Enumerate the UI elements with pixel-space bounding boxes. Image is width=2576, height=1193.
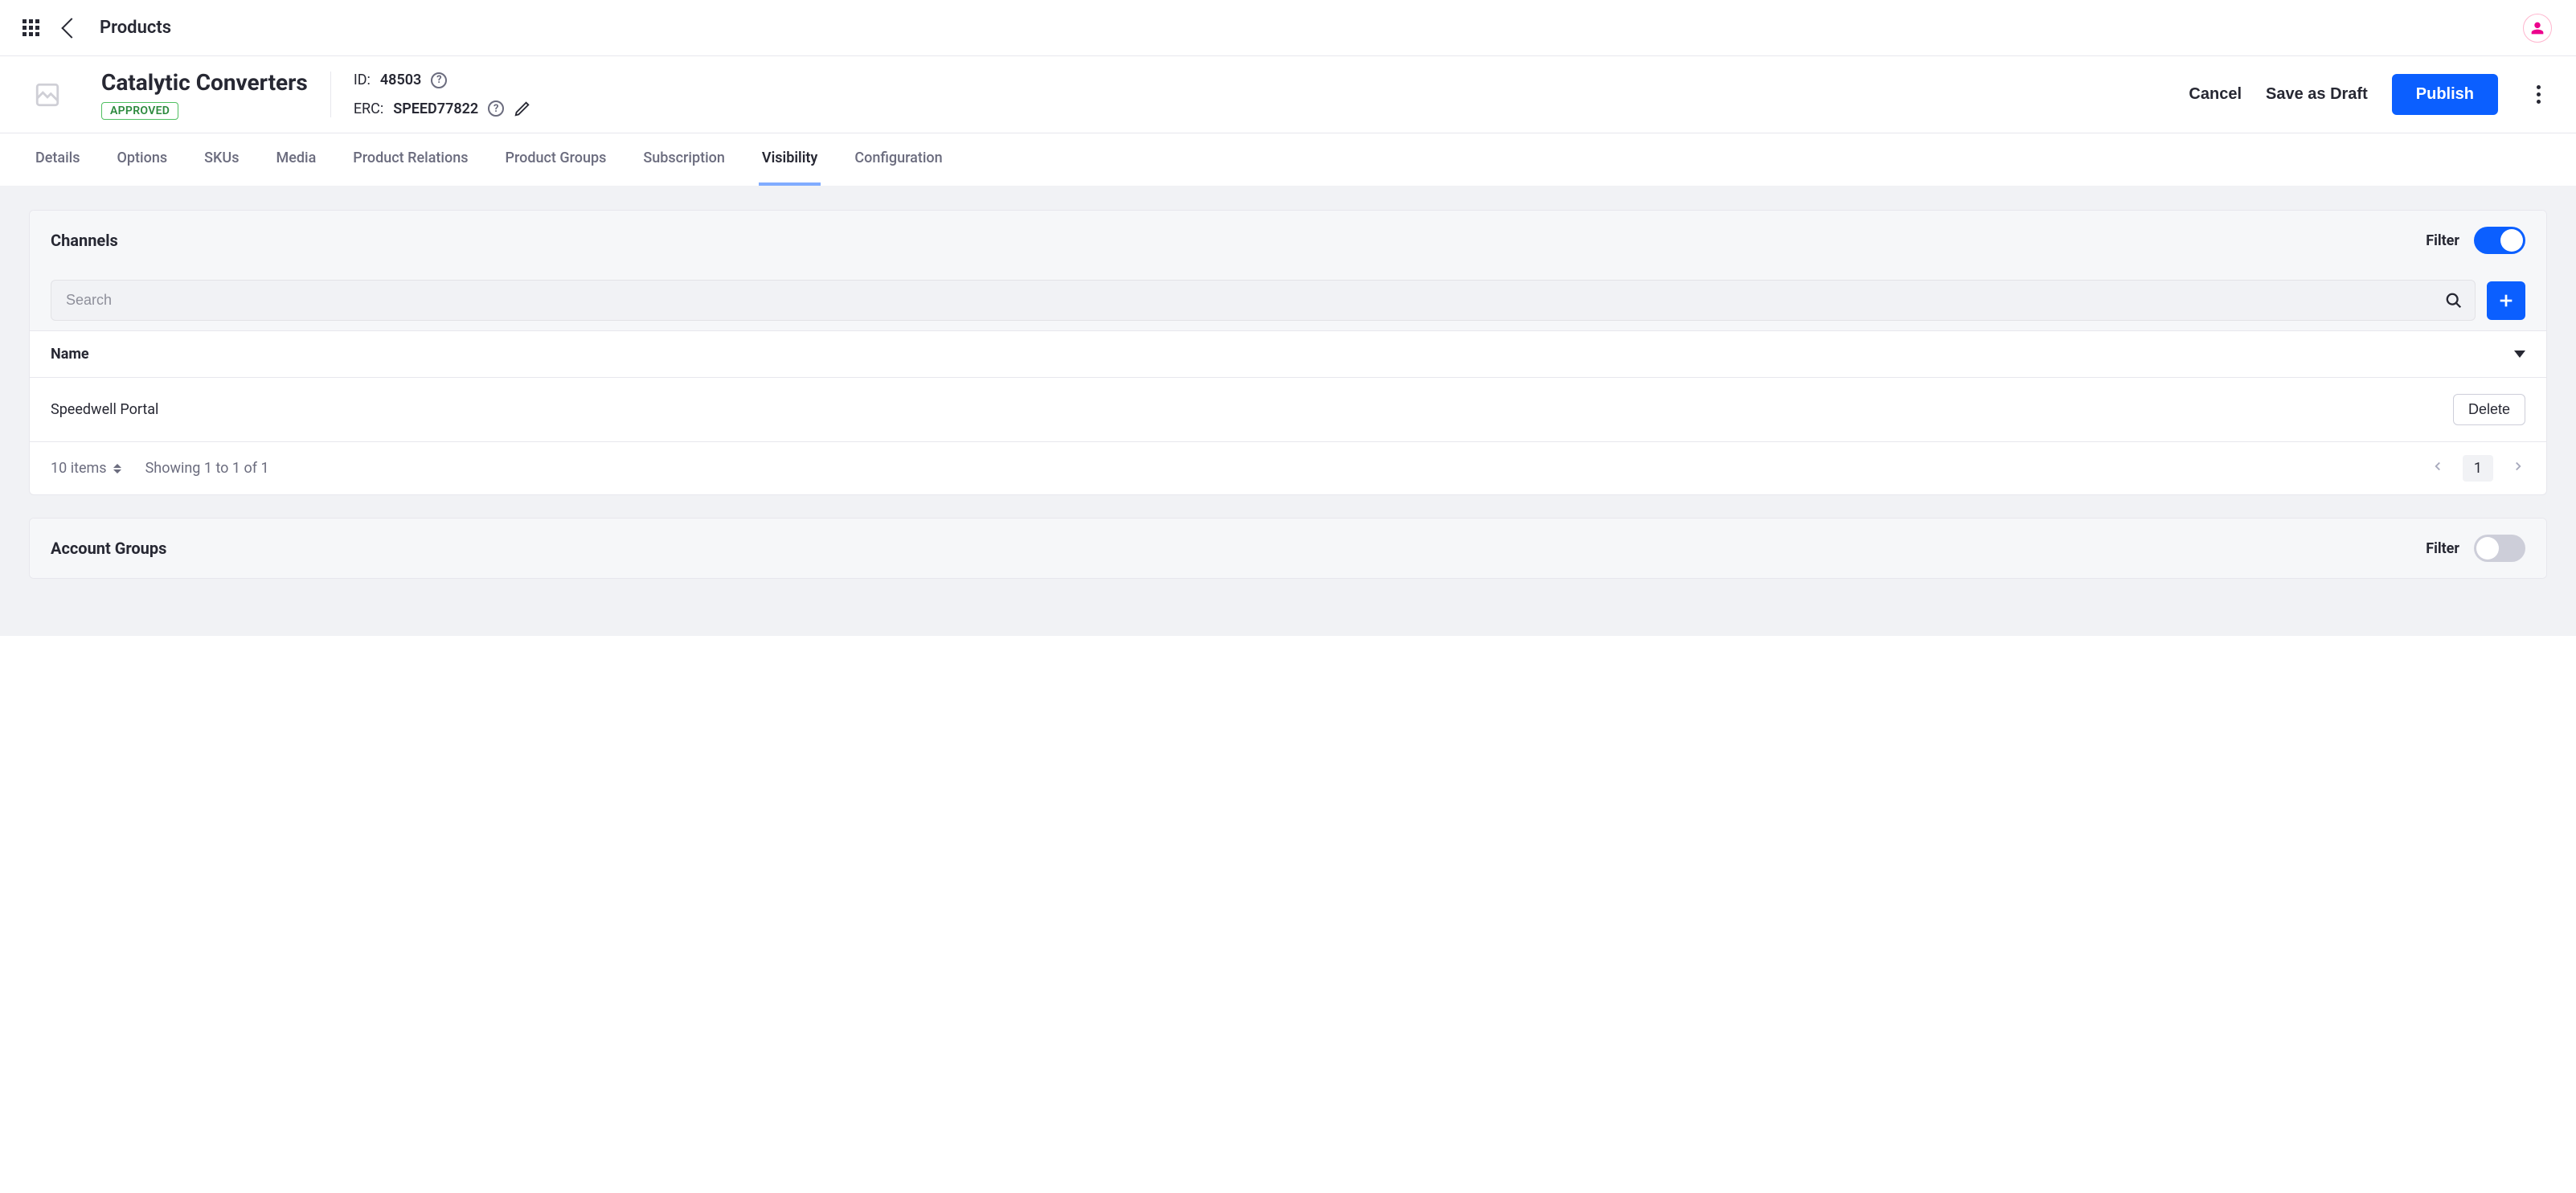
help-icon[interactable]: ? [488, 100, 504, 117]
tab-options[interactable]: Options [114, 133, 171, 186]
pagination: 10 items Showing 1 to 1 of 1 1 [30, 442, 2546, 494]
account-groups-panel: Account Groups Filter [29, 518, 2547, 579]
column-name[interactable]: Name [51, 346, 89, 363]
cancel-button[interactable]: Cancel [2189, 85, 2242, 104]
sort-icon[interactable] [2514, 351, 2525, 358]
filter-label: Filter [2426, 540, 2459, 557]
items-per-page-label: 10 items [51, 460, 107, 477]
prev-page-button[interactable] [2431, 459, 2445, 478]
breadcrumb[interactable]: Products [100, 18, 171, 38]
apps-icon[interactable] [23, 19, 40, 37]
product-thumbnail [29, 76, 66, 113]
erc-label: ERC: [354, 100, 383, 117]
channels-panel: Channels Filter Name Speedwell Portal [29, 210, 2547, 495]
tab-details[interactable]: Details [32, 133, 84, 186]
tab-skus[interactable]: SKUs [201, 133, 242, 186]
back-icon[interactable] [61, 18, 81, 38]
search-input[interactable] [51, 280, 2476, 321]
tab-visibility[interactable]: Visibility [759, 133, 821, 186]
tab-media[interactable]: Media [272, 133, 319, 186]
erc-value: SPEED77822 [393, 100, 478, 117]
avatar[interactable] [2523, 14, 2552, 43]
save-draft-button[interactable]: Save as Draft [2266, 85, 2368, 104]
tab-subscription[interactable]: Subscription [640, 133, 728, 186]
showing-text: Showing 1 to 1 of 1 [145, 460, 269, 477]
more-icon[interactable] [2530, 79, 2547, 110]
page-header: Catalytic Converters APPROVED ID: 48503 … [0, 56, 2576, 133]
next-page-button[interactable] [2511, 459, 2525, 478]
topbar: Products [0, 0, 2576, 56]
tab-product-relations[interactable]: Product Relations [350, 133, 471, 186]
tab-product-groups[interactable]: Product Groups [502, 133, 609, 186]
channels-title: Channels [51, 231, 118, 250]
channels-filter-toggle[interactable] [2474, 227, 2525, 254]
select-caret-icon [113, 464, 121, 474]
page-title: Catalytic Converters [101, 69, 308, 96]
row-name[interactable]: Speedwell Portal [51, 401, 158, 418]
status-badge: APPROVED [101, 102, 178, 120]
id-value: 48503 [380, 72, 421, 88]
edit-icon[interactable] [514, 100, 531, 117]
tabs: Details Options SKUs Media Product Relat… [0, 133, 2576, 186]
content: Channels Filter Name Speedwell Portal [0, 186, 2576, 636]
items-per-page-select[interactable]: 10 items [51, 460, 121, 477]
user-icon [2530, 21, 2545, 35]
table-row: Speedwell Portal Delete [30, 378, 2546, 442]
filter-label: Filter [2426, 232, 2459, 249]
tab-configuration[interactable]: Configuration [851, 133, 945, 186]
delete-button[interactable]: Delete [2453, 394, 2525, 425]
publish-button[interactable]: Publish [2392, 74, 2498, 115]
add-button[interactable] [2487, 281, 2525, 320]
page-number[interactable]: 1 [2463, 455, 2493, 482]
plus-icon [2497, 292, 2515, 310]
search-icon[interactable] [2445, 292, 2463, 310]
id-label: ID: [354, 72, 371, 88]
account-groups-title: Account Groups [51, 539, 166, 558]
help-icon[interactable]: ? [431, 72, 447, 88]
account-groups-filter-toggle[interactable] [2474, 535, 2525, 562]
